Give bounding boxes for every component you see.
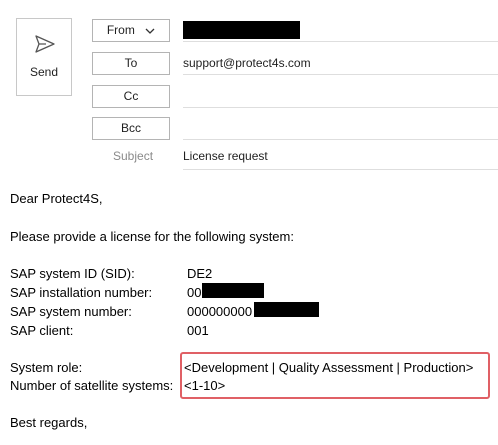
from-redaction bbox=[183, 21, 300, 39]
highlight-box bbox=[180, 352, 490, 399]
installation-number-label: SAP installation number: bbox=[10, 285, 153, 300]
chevron-down-icon bbox=[145, 28, 155, 34]
subject-divider bbox=[183, 169, 498, 170]
closing: Best regards, bbox=[10, 415, 88, 430]
subject-field[interactable]: License request bbox=[183, 149, 268, 163]
from-label: From bbox=[106, 23, 135, 37]
cc-button[interactable]: Cc bbox=[92, 85, 170, 108]
cc-field[interactable] bbox=[183, 85, 498, 108]
send-button[interactable]: Send bbox=[16, 18, 72, 96]
sid-label: SAP system ID (SID): bbox=[10, 266, 135, 281]
sid-value: DE2 bbox=[187, 266, 213, 281]
to-field[interactable]: support@protect4s.com bbox=[183, 52, 498, 75]
bcc-field[interactable] bbox=[183, 117, 498, 140]
system-number-value: 000000000 bbox=[187, 304, 253, 319]
to-button[interactable]: To bbox=[92, 52, 170, 75]
from-field[interactable] bbox=[183, 19, 498, 42]
greeting: Dear Protect4S, bbox=[10, 191, 103, 206]
installation-number-redaction bbox=[202, 283, 264, 298]
system-number-label: SAP system number: bbox=[10, 304, 132, 319]
to-recipient: support@protect4s.com bbox=[183, 56, 311, 70]
system-number-redaction bbox=[254, 302, 319, 317]
installation-number-value: 00 bbox=[187, 285, 202, 300]
to-label: To bbox=[124, 56, 138, 70]
cc-label: Cc bbox=[123, 89, 139, 103]
bcc-label: Bcc bbox=[120, 121, 141, 135]
subject-label: Subject bbox=[113, 149, 154, 163]
system-role-label: System role: bbox=[10, 360, 83, 375]
from-button[interactable]: From bbox=[92, 19, 170, 42]
bcc-button[interactable]: Bcc bbox=[92, 117, 170, 140]
send-icon bbox=[35, 35, 55, 53]
satellite-systems-label: Number of satellite systems: bbox=[10, 378, 174, 393]
client-label: SAP client: bbox=[10, 323, 74, 338]
send-label: Send bbox=[29, 65, 59, 79]
intro-text: Please provide a license for the followi… bbox=[10, 229, 294, 244]
client-value: 001 bbox=[187, 323, 209, 338]
